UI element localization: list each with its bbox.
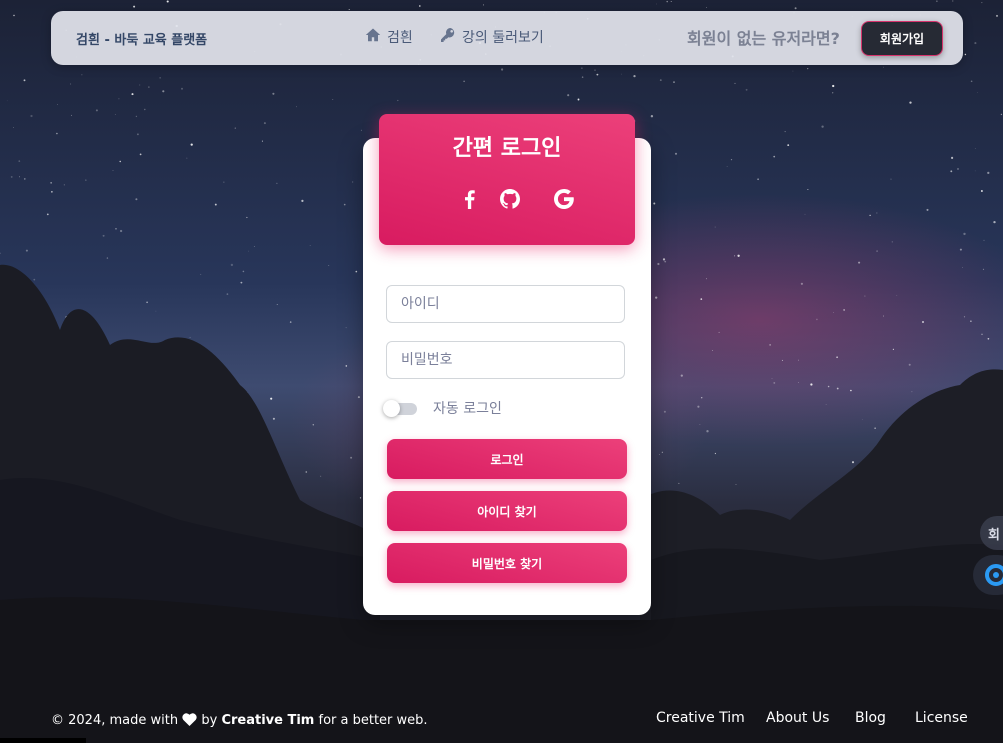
- footer-link-license[interactable]: License: [915, 710, 968, 726]
- brand-title[interactable]: 검흰 - 바둑 교육 플랫폼: [76, 29, 207, 48]
- auto-login-toggle[interactable]: [383, 400, 417, 417]
- find-id-button[interactable]: 아이디 찾기: [387, 491, 627, 531]
- footer-by: by: [201, 713, 218, 728]
- bottom-strip: [0, 738, 86, 743]
- nav-link-courses-label: 강의 둘러보기: [462, 30, 544, 46]
- nav-link-courses[interactable]: 강의 둘러보기: [440, 27, 544, 47]
- google-icon[interactable]: [553, 188, 575, 210]
- facebook-icon[interactable]: [458, 188, 480, 210]
- copyright-text: © 2024, made with: [51, 713, 179, 728]
- login-card-header: 간편 로그인: [379, 114, 635, 245]
- footer-copyright: © 2024, made with by Creative Tim for a …: [51, 713, 428, 730]
- footer-author[interactable]: Creative Tim: [221, 713, 314, 728]
- side-widget-label: 회: [988, 527, 1000, 543]
- side-widget-extension[interactable]: [973, 555, 1003, 595]
- signup-prompt: 회원이 없는 유저라면?: [687, 29, 840, 48]
- toggle-knob: [383, 400, 400, 417]
- auto-login-label: 자동 로그인: [433, 401, 502, 417]
- login-title: 간편 로그인: [452, 136, 562, 161]
- top-navbar: 검흰 - 바둑 교육 플랫폼 검흰 강의 둘러보기 회원이 없는 유저라면? 회…: [51, 11, 963, 65]
- login-button[interactable]: 로그인: [387, 439, 627, 479]
- id-input[interactable]: [386, 285, 625, 323]
- key-icon: [440, 27, 456, 47]
- home-icon: [365, 27, 381, 47]
- find-password-button[interactable]: 비밀번호 찾기: [387, 543, 627, 583]
- signup-button[interactable]: 회원가입: [861, 21, 943, 56]
- nav-link-home[interactable]: 검흰: [365, 27, 413, 47]
- nav-link-home-label: 검흰: [387, 30, 413, 46]
- heart-icon: [182, 713, 197, 730]
- footer-link-creative-tim[interactable]: Creative Tim: [656, 710, 745, 726]
- github-icon[interactable]: [499, 188, 521, 210]
- footer-link-about-us[interactable]: About Us: [766, 710, 829, 726]
- extension-icon: [973, 564, 1003, 599]
- password-input[interactable]: [386, 341, 625, 379]
- footer-suffix: for a better web.: [318, 713, 428, 728]
- footer-link-blog[interactable]: Blog: [855, 710, 886, 726]
